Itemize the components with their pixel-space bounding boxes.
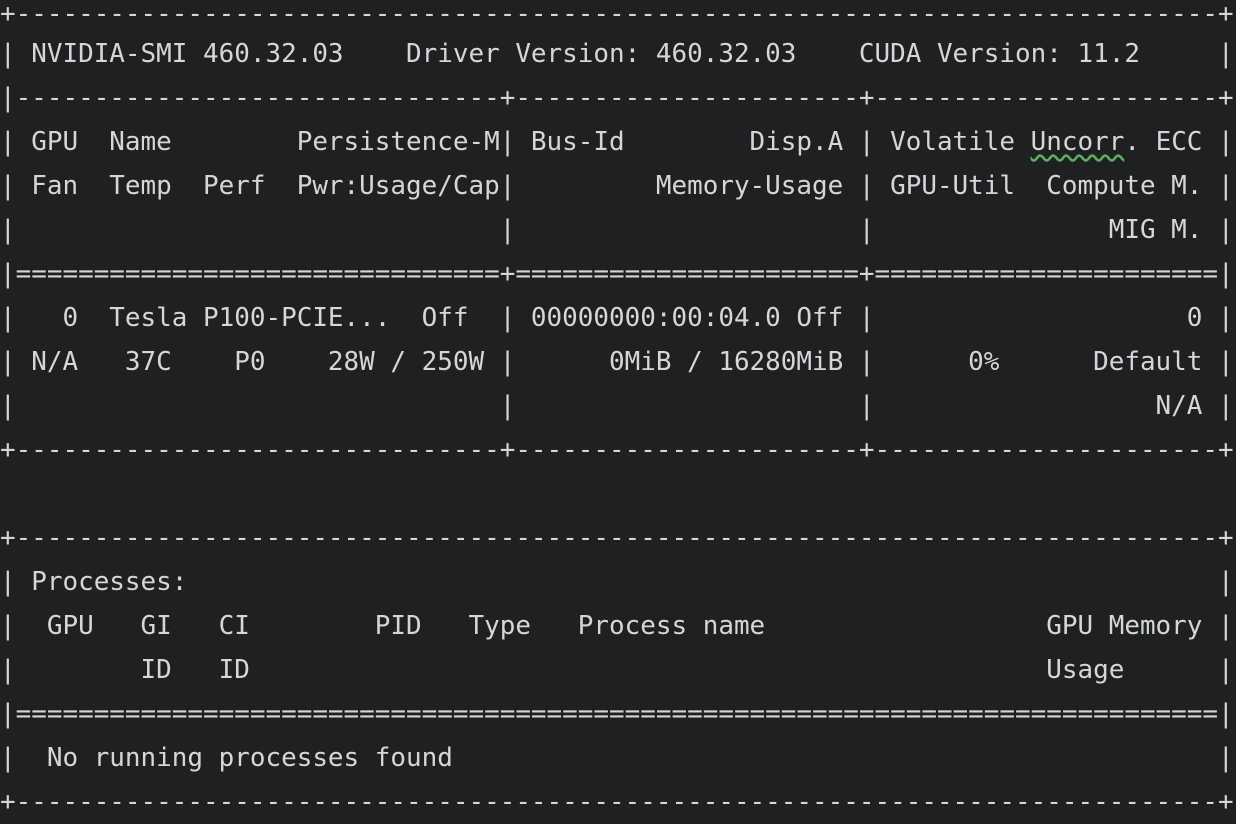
no-processes-line: | No running processes found | <box>0 743 1234 773</box>
processes-top-border-line: +---------------------------------------… <box>0 523 1234 553</box>
gpu-row-line-1: | 0 Tesla P100-PCIE... Off | 00000000:00… <box>0 303 1234 333</box>
processes-separator-line: |=======================================… <box>0 699 1234 729</box>
header-separator-line: |-------------------------------+-------… <box>0 83 1234 113</box>
column-header-line-1: | GPU Name Persistence-M| Bus-Id Disp.A … <box>0 120 1234 164</box>
double-separator-line: |===============================+=======… <box>0 259 1234 289</box>
processes-header-line-2: | ID ID Usage | <box>0 655 1234 685</box>
column-header-line-3: | | | MIG M. | <box>0 215 1234 245</box>
version-header-line: | NVIDIA-SMI 460.32.03 Driver Version: 4… <box>0 39 1234 69</box>
gpu-table-bottom-line: +-------------------------------+-------… <box>0 435 1234 465</box>
column-header-line-1-post: . ECC | <box>1124 127 1234 157</box>
processes-header-line-1: | GPU GI CI PID Type Process name GPU Me… <box>0 611 1234 641</box>
terminal-output[interactable]: +---------------------------------------… <box>0 0 1236 818</box>
gpu-row-line-3: | | | N/A | <box>0 391 1234 421</box>
gpu-row-line-2: | N/A 37C P0 28W / 250W | 0MiB / 16280Mi… <box>0 347 1234 377</box>
processes-title-line: | Processes: | <box>0 567 1234 597</box>
column-header-line-2: | Fan Temp Perf Pwr:Usage/Cap| Memory-Us… <box>0 171 1234 201</box>
top-border-line: +---------------------------------------… <box>0 0 1234 29</box>
column-header-line-1-pre: | GPU Name Persistence-M| Bus-Id Disp.A … <box>0 127 1031 157</box>
processes-bottom-line: +---------------------------------------… <box>0 787 1234 817</box>
spellcheck-squiggle-word: Uncorr <box>1030 127 1125 157</box>
